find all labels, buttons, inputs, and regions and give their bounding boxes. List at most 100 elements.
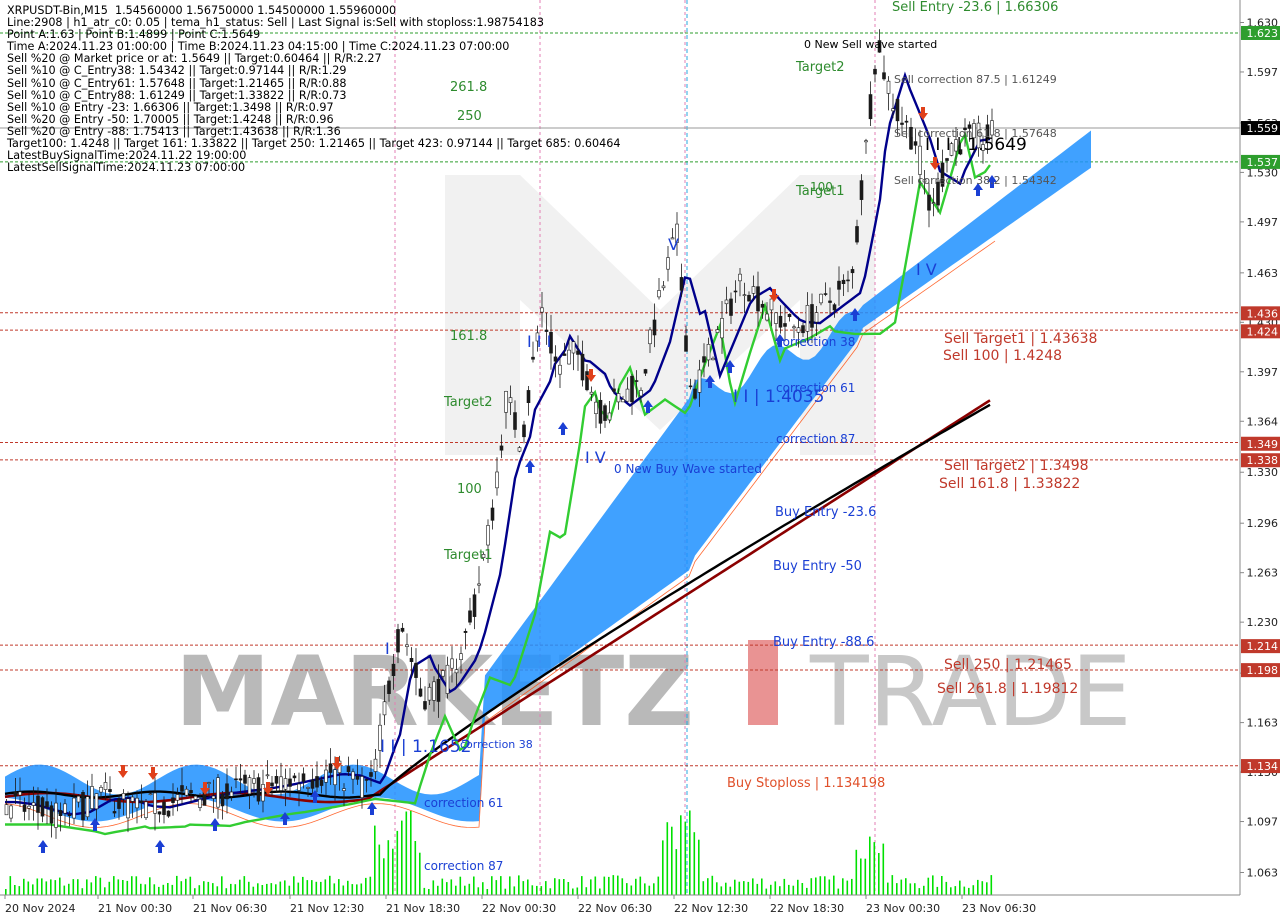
candle-body xyxy=(522,424,526,438)
candle-body xyxy=(684,335,688,352)
volume-bar xyxy=(680,815,682,895)
candle-body xyxy=(945,158,949,161)
candle-body xyxy=(67,814,72,816)
candle-body xyxy=(927,194,931,211)
candle-body xyxy=(558,364,562,375)
volume-bar xyxy=(671,826,673,895)
candle-body xyxy=(904,120,909,123)
candle-body xyxy=(477,583,481,586)
candle-body xyxy=(283,778,288,790)
candle-body xyxy=(166,810,171,817)
chart-annotation: Buy Entry -50 xyxy=(773,559,862,574)
candle-body xyxy=(688,385,693,388)
volume-bar xyxy=(788,884,790,895)
volume-bar xyxy=(747,881,750,895)
candle-body xyxy=(292,775,297,779)
chart-annotation: 250 xyxy=(457,109,482,124)
volume-bar xyxy=(104,887,106,895)
volume-bar xyxy=(293,876,295,895)
volume-bar xyxy=(243,876,246,895)
x-tick-label: 21 Nov 06:30 xyxy=(193,902,267,915)
candle-body xyxy=(423,701,427,710)
volume-bar xyxy=(455,885,457,895)
candle-body xyxy=(27,805,31,809)
chart-annotation: correction 61 xyxy=(424,796,503,810)
volume-bar xyxy=(959,880,961,895)
volume-bar xyxy=(162,884,165,895)
volume-bar xyxy=(981,881,984,895)
volume-bar xyxy=(392,848,394,895)
volume-bar xyxy=(261,885,264,895)
price-chart[interactable]: MARKETZTRADE1.6301.5971.5631.5301.4971.4… xyxy=(0,0,1280,920)
volume-bar xyxy=(927,877,930,895)
volume-bar xyxy=(648,885,651,895)
candle-body xyxy=(598,399,603,424)
candle-body xyxy=(495,471,499,489)
candle-body xyxy=(261,784,265,802)
volume-bar xyxy=(626,883,628,895)
candle-body xyxy=(328,763,333,773)
volume-bar xyxy=(158,886,160,895)
volume-bar xyxy=(684,821,687,895)
candle-body xyxy=(468,610,472,623)
x-tick-label: 22 Nov 00:30 xyxy=(482,902,556,915)
candle-body xyxy=(130,796,135,802)
volume-bar xyxy=(923,885,925,895)
candle-body xyxy=(76,795,81,803)
volume-bar xyxy=(225,888,228,895)
candle-body xyxy=(553,356,558,362)
chart-annotation: Sell 100 | 1.4248 xyxy=(943,348,1062,364)
chart-annotation: correction 38 xyxy=(776,335,855,349)
candle-body xyxy=(247,777,252,795)
volume-bar xyxy=(729,886,732,895)
volume-bar xyxy=(396,830,399,895)
volume-bar xyxy=(774,881,777,895)
candle-body xyxy=(90,786,94,809)
candle-body xyxy=(742,294,747,297)
candle-body xyxy=(36,795,40,813)
chart-annotation: Buy Stoploss | 1.134198 xyxy=(727,776,885,791)
volume-bar xyxy=(315,881,318,895)
candle-body xyxy=(463,630,468,633)
chart-annotation: 0 New Sell wave started xyxy=(804,38,937,51)
volume-bar xyxy=(167,883,169,895)
candle-body xyxy=(918,145,922,175)
volume-bar xyxy=(423,887,426,895)
candle-body xyxy=(913,141,918,146)
candle-body xyxy=(180,785,184,792)
candle-body xyxy=(778,315,783,328)
volume-bar xyxy=(54,880,57,895)
volume-bar xyxy=(410,810,412,895)
candle-body xyxy=(630,375,634,403)
candle-body xyxy=(189,790,193,794)
candle-body xyxy=(333,769,337,786)
volume-bar xyxy=(896,883,898,895)
volume-bar xyxy=(963,886,966,895)
candle-body xyxy=(891,108,895,112)
candle-body xyxy=(297,783,301,791)
candle-body xyxy=(603,405,607,421)
candle-body xyxy=(666,257,670,270)
volume-bar xyxy=(513,886,516,895)
candle-body xyxy=(612,388,616,392)
price-label-text: 1.623 xyxy=(1247,27,1279,40)
candle-body xyxy=(279,776,283,791)
volume-bar xyxy=(824,876,826,895)
volume-bar xyxy=(347,880,349,895)
x-tick-label: 20 Nov 2024 xyxy=(5,902,75,915)
candle-body xyxy=(859,180,864,200)
volume-bar xyxy=(558,879,561,895)
volume-bar xyxy=(644,883,646,895)
chart-annotation: I V xyxy=(585,448,606,467)
price-label-text: 1.198 xyxy=(1247,664,1279,677)
candle-body xyxy=(243,774,247,784)
chart-annotation: Sell 261.8 | 1.19812 xyxy=(937,681,1078,697)
candle-body xyxy=(427,687,432,701)
candle-body xyxy=(526,390,531,403)
candle-body xyxy=(49,805,54,824)
volume-bar xyxy=(720,886,723,895)
x-tick-label: 23 Nov 06:30 xyxy=(962,902,1036,915)
candle-body xyxy=(360,776,364,798)
volume-bar xyxy=(972,885,975,895)
volume-bar xyxy=(855,849,858,895)
